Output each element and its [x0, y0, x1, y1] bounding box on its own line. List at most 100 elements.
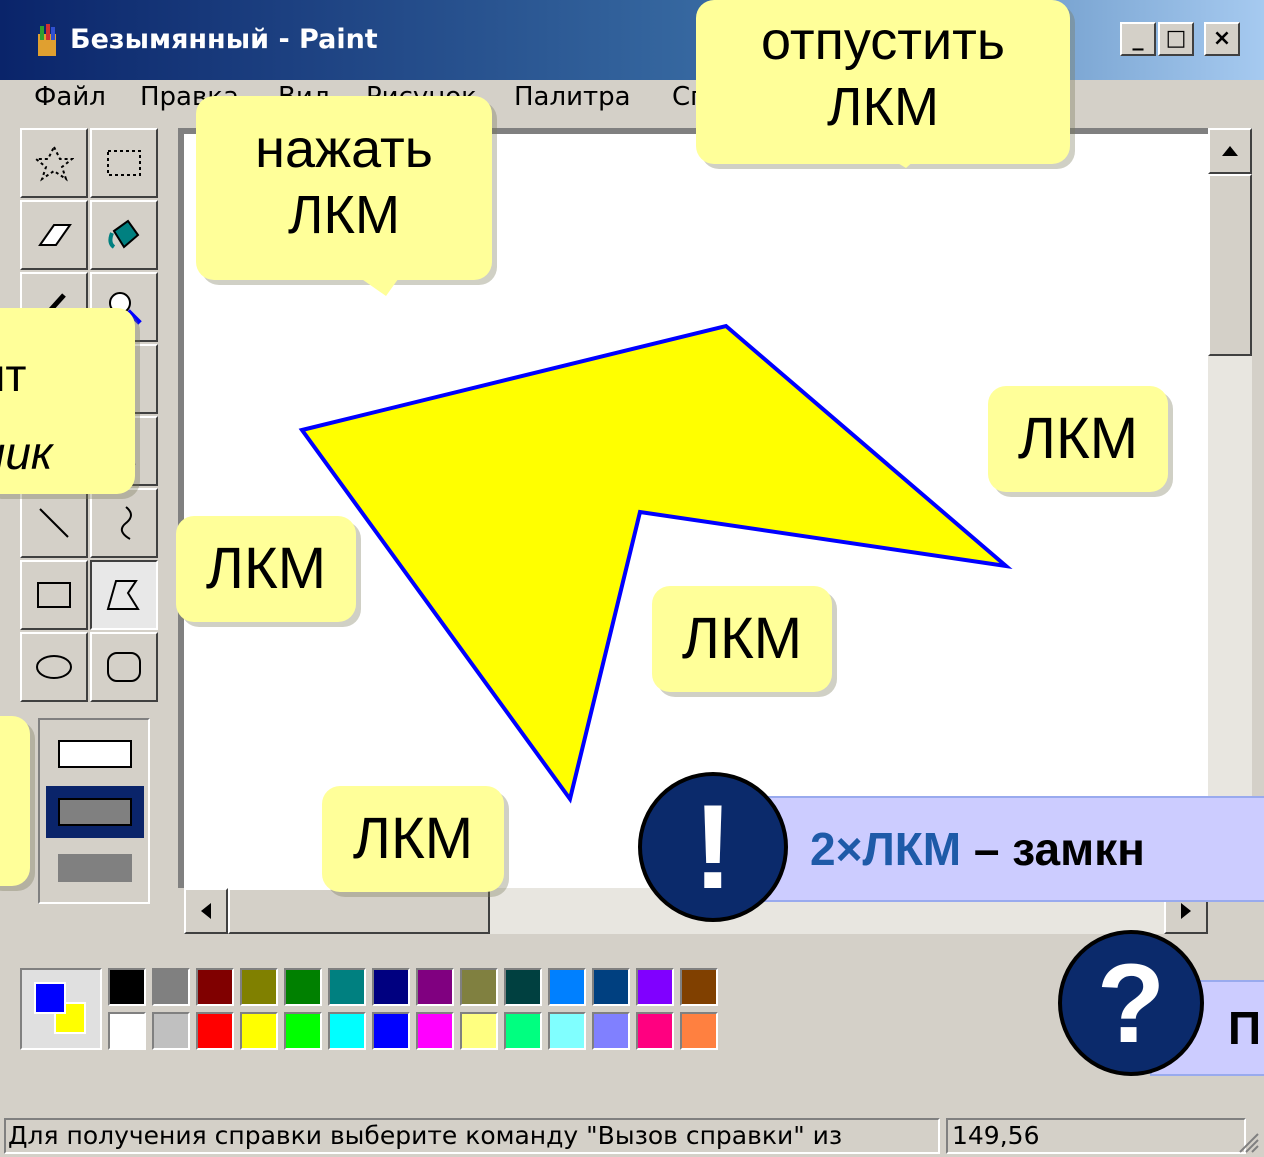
current-colors[interactable] [20, 968, 102, 1050]
rectangle-icon [37, 582, 71, 608]
callout-press-lkm: нажать ЛКМ [196, 96, 492, 296]
palette-swatch-top-0[interactable] [108, 968, 146, 1006]
callout-tool-hint: нт ник [0, 308, 135, 494]
paint-app-icon [34, 24, 60, 58]
palette-swatch-top-10[interactable] [548, 968, 586, 1006]
palette-swatch-bottom-7[interactable] [416, 1012, 454, 1050]
status-coordinates: 149,56 [946, 1118, 1246, 1154]
maximize-icon: □ [1165, 26, 1187, 51]
status-text: Для получения справки выберите команду "… [4, 1118, 940, 1154]
palette-swatch-bottom-4[interactable] [284, 1012, 322, 1050]
callout-press-line2: ЛКМ [288, 185, 400, 245]
fill-style-outline[interactable] [58, 740, 132, 768]
callout-lkm-bottom-text: ЛКМ [352, 806, 474, 871]
palette-swatch-bottom-5[interactable] [328, 1012, 366, 1050]
tool-eraser[interactable] [20, 200, 88, 270]
palette-row-bottom [108, 1012, 718, 1050]
scroll-left-button[interactable] [184, 888, 228, 934]
ellipse-icon [36, 655, 72, 679]
close-polygon-banner: 2×ЛКМ – замкн [706, 796, 1264, 902]
tool-rect-select[interactable] [90, 128, 158, 198]
callout-press-line1: нажать [255, 119, 433, 179]
palette-swatch-bottom-11[interactable] [592, 1012, 630, 1050]
fill-style-outline-fill[interactable] [46, 786, 144, 838]
fill-icon [108, 219, 140, 249]
palette-swatch-top-13[interactable] [680, 968, 718, 1006]
banner-text: – замкн [961, 823, 1145, 875]
free-select-icon [34, 144, 74, 182]
palette-swatch-top-2[interactable] [196, 968, 234, 1006]
callout-release-lkm: отпустить ЛКМ [696, 0, 1070, 168]
arrow-left-icon [201, 903, 211, 919]
palette-swatch-bottom-2[interactable] [196, 1012, 234, 1050]
palette-swatch-bottom-1[interactable] [152, 1012, 190, 1050]
palette-swatch-bottom-10[interactable] [548, 1012, 586, 1050]
callout-release-line2: ЛКМ [827, 77, 939, 137]
banner-double-click: 2×ЛКМ [810, 823, 962, 875]
palette-swatch-bottom-6[interactable] [372, 1012, 410, 1050]
callout-release-line1: отпустить [761, 11, 1005, 71]
curve-icon [120, 506, 132, 540]
palette-swatch-bottom-12[interactable] [636, 1012, 674, 1050]
menu-file[interactable]: Файл [34, 82, 106, 112]
palette-swatch-bottom-8[interactable] [460, 1012, 498, 1050]
tool-rounded-rect[interactable] [90, 632, 158, 702]
tool-polygon[interactable] [90, 560, 158, 630]
question-banner-text: П [1228, 1002, 1262, 1054]
palette-swatch-bottom-3[interactable] [240, 1012, 278, 1050]
palette-swatch-bottom-9[interactable] [504, 1012, 542, 1050]
callout-lkm-bottom: ЛКМ [322, 786, 504, 892]
minimize-button[interactable]: _ [1120, 22, 1156, 56]
scroll-up-button[interactable] [1208, 128, 1252, 174]
horizontal-scroll-thumb[interactable] [228, 888, 490, 934]
resize-grip-icon[interactable] [1236, 1130, 1260, 1154]
minimize-icon: _ [1132, 26, 1144, 51]
tool-fill[interactable] [90, 200, 158, 270]
tool-curve[interactable] [90, 488, 158, 558]
rounded-rect-icon [107, 652, 141, 682]
arrow-right-icon [1181, 903, 1191, 919]
callout-tool-hint-line2: ник [0, 427, 53, 479]
palette-swatch-top-7[interactable] [416, 968, 454, 1006]
arrow-up-icon [1222, 146, 1238, 156]
palette-swatch-top-6[interactable] [372, 968, 410, 1006]
close-icon: × [1212, 26, 1232, 51]
callout-left-edge [0, 716, 30, 886]
tool-line[interactable] [20, 488, 88, 558]
callout-lkm-right-text: ЛКМ [1017, 406, 1139, 471]
tool-ellipse[interactable] [20, 632, 88, 702]
vertical-scroll-thumb[interactable] [1208, 174, 1252, 356]
palette-swatch-top-11[interactable] [592, 968, 630, 1006]
rect-select-icon [107, 150, 141, 176]
menu-palette[interactable]: Палитра [514, 82, 631, 112]
exclamation-icon: ! [638, 772, 788, 922]
callout-tool-hint-line1: нт [0, 349, 27, 401]
tool-free-select[interactable] [20, 128, 88, 198]
question-icon: ? [1058, 930, 1204, 1076]
palette-swatch-top-4[interactable] [284, 968, 322, 1006]
palette-swatch-top-5[interactable] [328, 968, 366, 1006]
drawn-polygon [298, 323, 1013, 804]
palette-swatch-top-3[interactable] [240, 968, 278, 1006]
palette-swatch-bottom-0[interactable] [108, 1012, 146, 1050]
line-icon [39, 508, 69, 538]
callout-lkm-left: ЛКМ [176, 516, 356, 622]
toolbox [20, 128, 170, 908]
palette-swatch-top-9[interactable] [504, 968, 542, 1006]
fill-style-panel [38, 718, 150, 904]
primary-color [34, 982, 66, 1014]
fill-style-fill[interactable] [58, 854, 132, 882]
tool-rectangle[interactable] [20, 560, 88, 630]
palette-swatch-bottom-13[interactable] [680, 1012, 718, 1050]
callout-lkm-left-text: ЛКМ [205, 536, 327, 601]
callout-lkm-middle: ЛКМ [652, 586, 832, 692]
palette-swatch-top-12[interactable] [636, 968, 674, 1006]
maximize-button[interactable]: □ [1158, 22, 1194, 56]
callout-lkm-middle-text: ЛКМ [681, 606, 803, 671]
close-button[interactable]: × [1204, 22, 1240, 56]
window-title: Безымянный - Paint [70, 24, 378, 55]
callout-lkm-right: ЛКМ [988, 386, 1168, 492]
polygon-icon [106, 580, 140, 610]
palette-swatch-top-8[interactable] [460, 968, 498, 1006]
palette-swatch-top-1[interactable] [152, 968, 190, 1006]
